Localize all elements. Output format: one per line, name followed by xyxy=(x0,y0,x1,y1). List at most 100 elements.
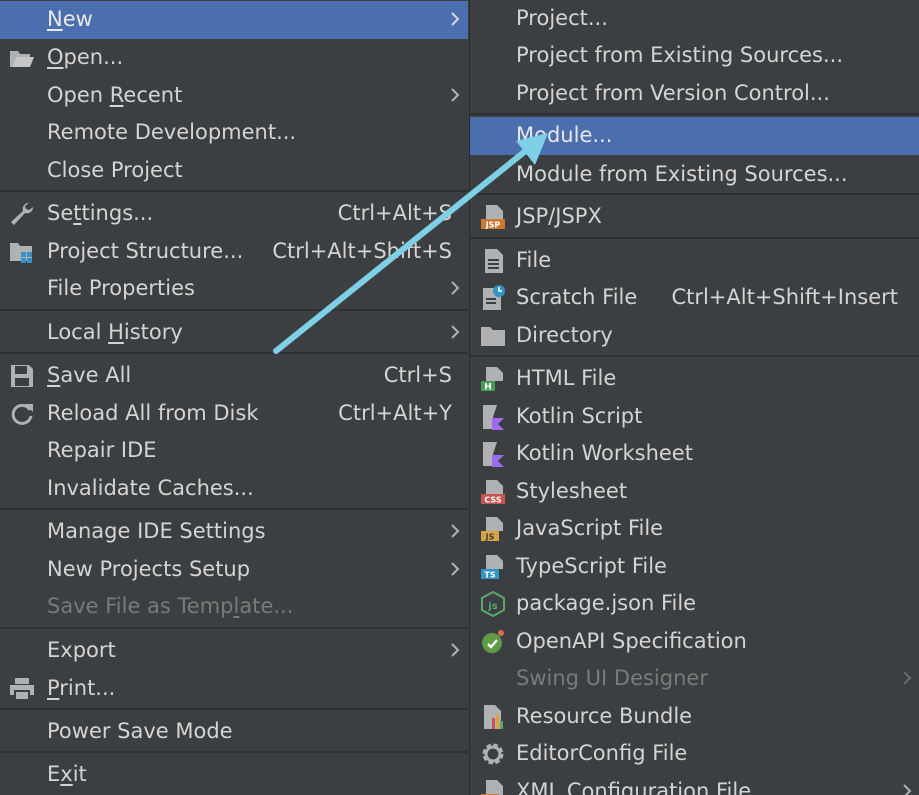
submenu-item-label: JavaScript File xyxy=(516,516,664,540)
menu-item-label: Exit xyxy=(47,762,87,786)
menu-separator xyxy=(470,113,919,115)
menu-separator xyxy=(0,708,468,710)
submenu-item-project[interactable]: Project... xyxy=(470,0,919,38)
menu-separator xyxy=(470,193,919,195)
kotlin-worksheet-icon xyxy=(480,441,506,467)
menu-item-manage-ide-settings[interactable]: Manage IDE Settings xyxy=(0,513,468,551)
menu-item-label: Local History xyxy=(47,320,183,344)
save-icon xyxy=(9,363,35,389)
submenu-item-label: Module from Existing Sources... xyxy=(516,162,848,186)
submenu-item-directory[interactable]: Directory xyxy=(470,317,919,355)
submenu-item-typescript-file[interactable]: TS TypeScript File xyxy=(470,548,919,586)
javascript-file-icon: JS xyxy=(480,516,506,542)
menu-item-label: Invalidate Caches... xyxy=(47,476,254,500)
chevron-right-icon xyxy=(448,82,462,108)
shortcut-label: Ctrl+Alt+S xyxy=(337,201,452,225)
wrench-icon xyxy=(9,201,35,227)
menu-item-reload-all[interactable]: Reload All from Disk Ctrl+Alt+Y xyxy=(0,395,468,433)
menu-item-label: Project Structure... xyxy=(47,239,244,263)
submenu-item-label: Project from Version Control... xyxy=(516,81,830,105)
submenu-item-editorconfig[interactable]: EditorConfig File xyxy=(470,735,919,773)
svg-text:H: H xyxy=(484,383,492,393)
menu-item-label: File Properties xyxy=(47,276,195,300)
submenu-item-kotlin-script[interactable]: Kotlin Script xyxy=(470,398,919,436)
menu-item-label: Save All xyxy=(47,363,132,387)
submenu-item-label: XML Configuration File xyxy=(516,779,752,795)
file-menu: New Open... Open Recent Remote Developme… xyxy=(0,0,468,795)
chevron-right-icon xyxy=(448,6,462,32)
menu-item-remote-development[interactable]: Remote Development... xyxy=(0,114,468,152)
submenu-item-resource-bundle[interactable]: Resource Bundle xyxy=(470,698,919,736)
file-icon xyxy=(480,248,506,274)
menu-item-invalidate-caches[interactable]: Invalidate Caches... xyxy=(0,470,468,508)
css-file-icon: CSS xyxy=(480,479,506,505)
submenu-item-file[interactable]: File xyxy=(470,242,919,280)
submenu-item-package-json[interactable]: js package.json File xyxy=(470,585,919,623)
submenu-item-label: Project... xyxy=(516,6,608,30)
folder-open-icon xyxy=(9,45,35,71)
menu-item-file-properties[interactable]: File Properties xyxy=(0,270,468,308)
submenu-item-label: Kotlin Script xyxy=(516,404,643,428)
svg-text:JS: JS xyxy=(485,533,495,542)
menu-item-exit[interactable]: Exit xyxy=(0,756,468,794)
submenu-item-kotlin-worksheet[interactable]: Kotlin Worksheet xyxy=(470,435,919,473)
refresh-icon xyxy=(9,401,35,427)
xml-file-icon xyxy=(480,779,506,795)
submenu-item-scratch-file[interactable]: Scratch File Ctrl+Alt+Shift+Insert xyxy=(470,279,919,317)
menu-separator xyxy=(0,190,468,192)
menu-item-label: Settings... xyxy=(47,201,154,225)
submenu-item-project-from-existing[interactable]: Project from Existing Sources... xyxy=(470,37,919,75)
menu-item-settings[interactable]: Settings... Ctrl+Alt+S xyxy=(0,195,468,233)
chevron-right-icon xyxy=(448,556,462,582)
chevron-right-icon xyxy=(900,665,914,691)
submenu-item-stylesheet[interactable]: CSS Stylesheet xyxy=(470,473,919,511)
svg-text:JSP: JSP xyxy=(485,221,501,230)
chevron-right-icon xyxy=(448,319,462,345)
submenu-item-openapi[interactable]: OpenAPI Specification xyxy=(470,623,919,661)
chevron-right-icon xyxy=(448,518,462,544)
menu-item-open[interactable]: Open... xyxy=(0,39,468,77)
project-structure-icon xyxy=(9,239,35,265)
menu-item-label: Remote Development... xyxy=(47,120,297,144)
submenu-item-label: Project from Existing Sources... xyxy=(516,43,844,67)
menu-item-label: Print... xyxy=(47,676,116,700)
submenu-item-label: package.json File xyxy=(516,591,697,615)
menu-item-local-history[interactable]: Local History xyxy=(0,314,468,352)
submenu-item-module-from-existing[interactable]: Module from Existing Sources... xyxy=(470,156,919,194)
menu-item-label: Open... xyxy=(47,45,124,69)
gear-icon xyxy=(480,741,506,767)
submenu-item-html-file[interactable]: H HTML File xyxy=(470,360,919,398)
menu-separator xyxy=(0,751,468,753)
submenu-item-project-from-vcs[interactable]: Project from Version Control... xyxy=(470,75,919,113)
menu-item-print[interactable]: Print... xyxy=(0,670,468,708)
submenu-item-label: Scratch File xyxy=(516,285,638,309)
chevron-right-icon xyxy=(448,637,462,663)
menu-item-export[interactable]: Export xyxy=(0,632,468,670)
submenu-item-xml-config[interactable]: XML Configuration File xyxy=(470,773,919,795)
menu-item-close-project[interactable]: Close Project xyxy=(0,152,468,190)
menu-item-save-all[interactable]: Save All Ctrl+S xyxy=(0,357,468,395)
menu-item-open-recent[interactable]: Open Recent xyxy=(0,77,468,115)
menu-item-label: Manage IDE Settings xyxy=(47,519,266,543)
menu-item-repair-ide[interactable]: Repair IDE xyxy=(0,432,468,470)
menu-separator xyxy=(470,237,919,239)
menu-separator xyxy=(0,352,468,354)
menu-item-new[interactable]: New xyxy=(0,1,468,39)
chevron-right-icon xyxy=(900,778,914,795)
submenu-item-javascript-file[interactable]: JS JavaScript File xyxy=(470,510,919,548)
menu-separator xyxy=(0,309,468,311)
typescript-file-icon: TS xyxy=(480,554,506,580)
shortcut-label: Ctrl+Alt+Shift+Insert xyxy=(671,285,898,309)
submenu-item-module[interactable]: Module... xyxy=(470,117,919,155)
menu-item-project-structure[interactable]: Project Structure... Ctrl+Alt+Shift+S xyxy=(0,233,468,271)
submenu-item-label: TypeScript File xyxy=(516,554,667,578)
menu-item-new-projects-setup[interactable]: New Projects Setup xyxy=(0,551,468,589)
menu-item-power-save-mode[interactable]: Power Save Mode xyxy=(0,713,468,751)
menu-item-label: Reload All from Disk xyxy=(47,401,259,425)
shortcut-label: Ctrl+Alt+Y xyxy=(338,401,452,425)
submenu-item-label: EditorConfig File xyxy=(516,741,688,765)
kotlin-script-icon xyxy=(480,404,506,430)
submenu-item-label: File xyxy=(516,248,552,272)
menu-item-label: Close Project xyxy=(47,158,183,182)
submenu-item-jsp[interactable]: JSP JSP/JSPX xyxy=(470,198,919,236)
